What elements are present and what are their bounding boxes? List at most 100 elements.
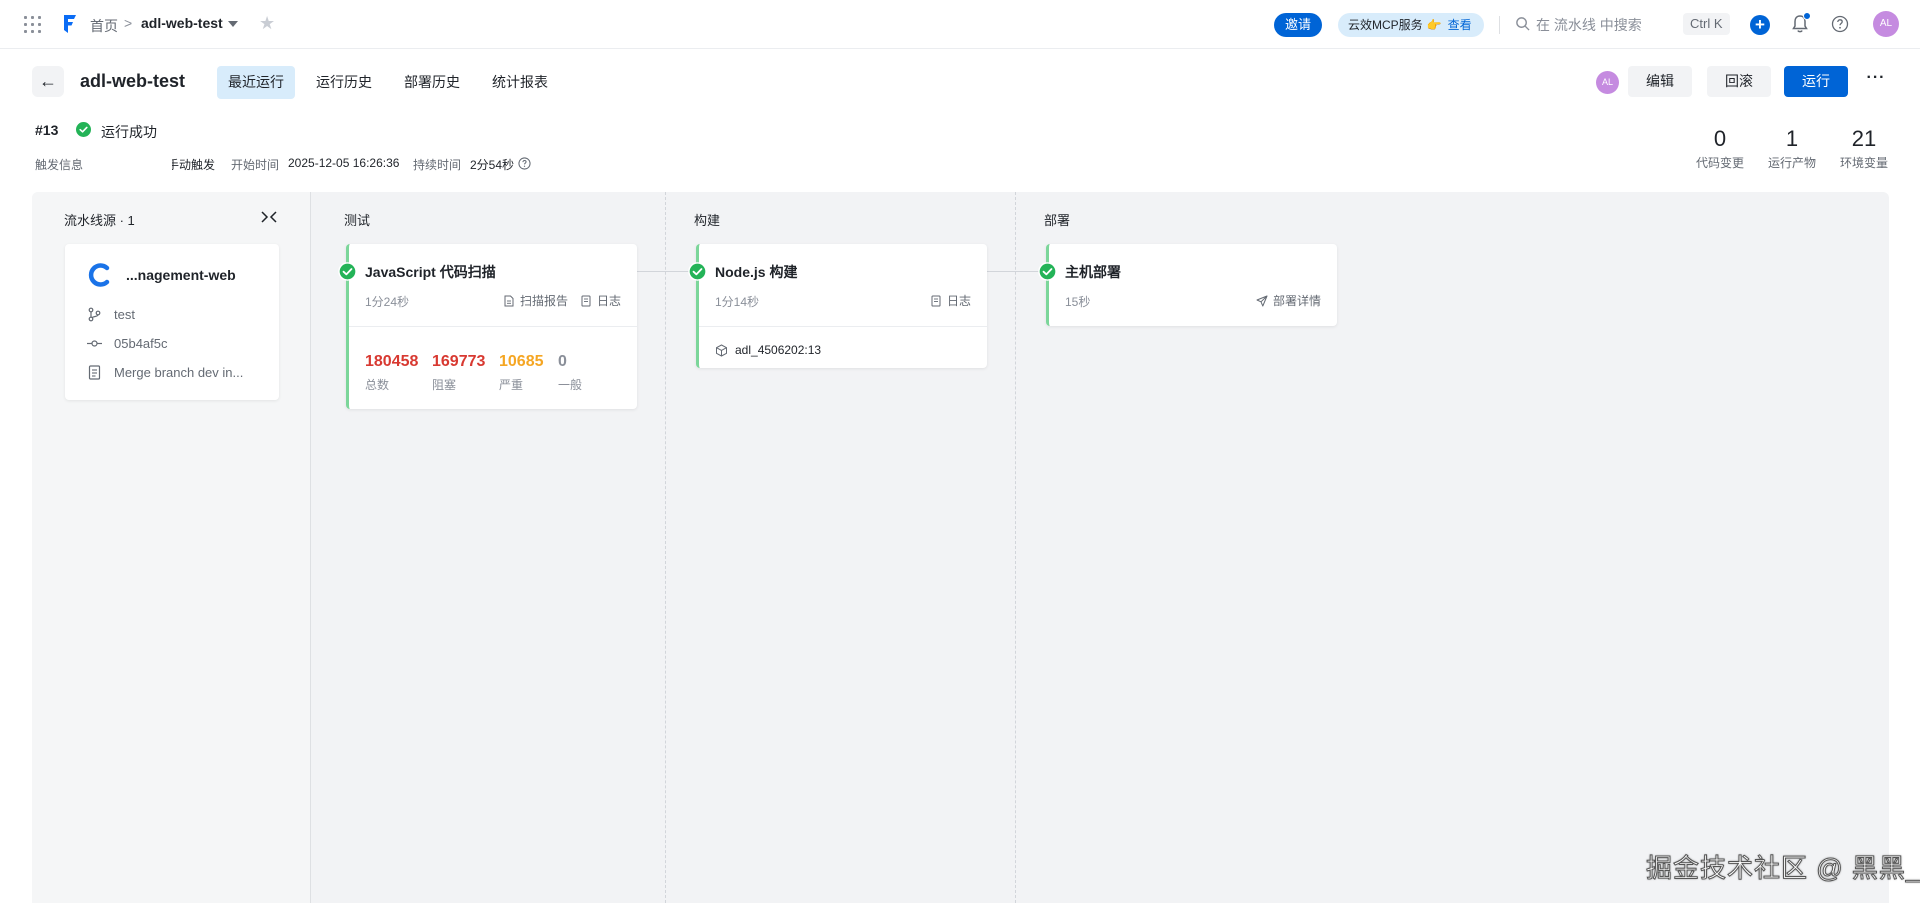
star-icon[interactable]: ★: [259, 14, 275, 32]
artifact-name: adl_4506202:13: [735, 343, 822, 357]
scan-report-label: 扫描报告: [519, 294, 568, 308]
log-link[interactable]: 日志: [580, 292, 621, 309]
breadcrumb-home[interactable]: 首页: [90, 16, 118, 36]
job-nodejs-build[interactable]: Node.js 构建 1分14秒 日志 adl_4506202:13: [688, 244, 987, 368]
stage-test-heading: 测试: [344, 213, 371, 228]
invite-button[interactable]: 邀请: [1274, 13, 1323, 37]
divider: [349, 326, 637, 327]
breadcrumb-separator: >: [124, 15, 133, 31]
scan-report-link[interactable]: 扫描报告: [503, 292, 568, 309]
start-time-label: 开始时间: [231, 158, 280, 172]
run-button[interactable]: 运行: [1784, 66, 1848, 97]
log-label: 日志: [946, 294, 971, 308]
trigger-label: 触发信息: [35, 158, 84, 172]
log-link[interactable]: 日志: [930, 292, 971, 309]
success-check-icon: [76, 122, 91, 137]
repo-name: ...nagement-web: [126, 267, 236, 283]
apps-grid-icon[interactable]: [24, 16, 41, 33]
owner-avatar[interactable]: AL: [1596, 71, 1619, 94]
branch-name: test: [114, 307, 135, 322]
env-vars-stat[interactable]: 21 环境变量: [1838, 126, 1890, 171]
job-links: 扫描报告 日志: [503, 292, 621, 309]
source-heading: 流水线源 · 1: [64, 213, 135, 228]
search-input[interactable]: [1536, 13, 1676, 37]
scan-blocker-label: 阻塞: [432, 378, 457, 392]
mcp-service-link[interactable]: 云效MCP服务 👉 查看: [1338, 13, 1484, 37]
help-icon[interactable]: [1831, 15, 1849, 33]
back-button[interactable]: ←: [32, 66, 64, 97]
run-number: #13: [35, 122, 59, 138]
log-icon: [581, 295, 591, 306]
artifacts-label: 运行产物: [1767, 156, 1816, 170]
artifacts-stat[interactable]: 1 运行产物: [1766, 126, 1818, 171]
tab-run-history[interactable]: 运行历史: [305, 66, 383, 99]
job-host-deploy[interactable]: 主机部署 15秒 部署详情: [1038, 244, 1337, 326]
commit-icon: [87, 340, 102, 347]
mcp-view-link[interactable]: 查看: [1448, 18, 1472, 32]
divider: [1499, 16, 1500, 34]
logo-icon[interactable]: [61, 13, 79, 35]
start-time-value: 2025-12-05 16:26:36: [288, 156, 400, 170]
job-title: Node.js 构建: [715, 264, 798, 280]
create-button[interactable]: +: [1750, 15, 1770, 35]
commit-hash[interactable]: 05b4af5c: [114, 335, 168, 353]
duration-help-icon[interactable]: [518, 157, 531, 170]
more-icon[interactable]: ···: [1864, 70, 1888, 92]
mcp-label: 云效MCP服务: [1348, 18, 1423, 32]
chevron-down-icon[interactable]: [228, 21, 238, 27]
trigger-value: 手动触发: [167, 158, 216, 172]
stage-divider: [665, 192, 666, 903]
scan-blocker-count: 169773: [432, 353, 486, 370]
redaction-mask: [92, 152, 172, 170]
scan-blocker[interactable]: 169773 阻塞: [432, 352, 485, 393]
user-avatar[interactable]: AL: [1873, 11, 1899, 37]
search-shortcut: Ctrl K: [1683, 13, 1730, 35]
top-bar: 首页 > adl-web-test ★ 邀请 云效MCP服务👉 查看 Ctrl K…: [0, 0, 1920, 49]
hand-pointer-icon: 👉: [1426, 18, 1442, 32]
scan-normal[interactable]: 0 一般: [558, 352, 582, 393]
job-title: JavaScript 代码扫描: [365, 264, 496, 280]
artifacts-count: 1: [1785, 126, 1799, 151]
code-changes-stat[interactable]: 0 代码变更: [1694, 126, 1746, 171]
breadcrumb-current[interactable]: adl-web-test: [141, 15, 223, 31]
stage-connector: [987, 271, 1042, 272]
send-icon: [1256, 295, 1268, 306]
stage-connector: [637, 271, 692, 272]
job-js-scan[interactable]: JavaScript 代码扫描 1分24秒 扫描报告 日志 180458 总数 …: [338, 244, 637, 409]
search-icon[interactable]: [1515, 16, 1530, 31]
run-status: 运行成功: [101, 124, 157, 140]
deploy-detail-link[interactable]: 部署详情: [1256, 292, 1321, 309]
success-check-icon: [1038, 262, 1057, 281]
duration-value: 2分54秒: [470, 158, 515, 172]
scan-critical[interactable]: 10685 严重: [499, 352, 544, 393]
commit-message: Merge branch dev in...: [114, 365, 244, 380]
log-label: 日志: [596, 294, 621, 308]
scan-total-count: 180458: [365, 353, 419, 370]
tab-recent-runs[interactable]: 最近运行: [217, 66, 295, 99]
codeup-logo-icon: [88, 263, 110, 287]
success-check-icon: [338, 262, 357, 281]
collapse-icon[interactable]: [260, 210, 278, 224]
notification-dot: [1803, 12, 1811, 20]
env-vars-count: 21: [1851, 126, 1877, 151]
tab-statistics[interactable]: 统计报表: [481, 66, 559, 99]
scan-total[interactable]: 180458 总数: [365, 352, 418, 393]
job-duration: 1分14秒: [715, 295, 760, 309]
source-card[interactable]: ...nagement-web test 05b4af5c Merge bran…: [65, 244, 279, 400]
scan-critical-count: 10685: [499, 353, 544, 370]
stage-divider: [1015, 192, 1016, 903]
deploy-detail-label: 部署详情: [1272, 294, 1321, 308]
code-changes-label: 代码变更: [1695, 156, 1744, 170]
tab-deploy-history[interactable]: 部署历史: [393, 66, 471, 99]
rollback-button[interactable]: 回滚: [1707, 66, 1771, 97]
job-links: 部署详情: [1256, 292, 1321, 309]
job-duration: 1分24秒: [365, 295, 410, 309]
branch-icon: [88, 307, 101, 322]
scan-critical-label: 严重: [499, 378, 524, 392]
log-icon: [931, 295, 941, 306]
watermark: 掘金技术社区 @ 黑黑_: [1645, 853, 1920, 884]
source-column: 流水线源 · 1 ...nagement-web test 05b4af5c M…: [32, 192, 311, 903]
edit-button[interactable]: 编辑: [1628, 66, 1692, 97]
scan-normal-count: 0: [558, 353, 567, 370]
stage-build-heading: 构建: [694, 213, 721, 228]
